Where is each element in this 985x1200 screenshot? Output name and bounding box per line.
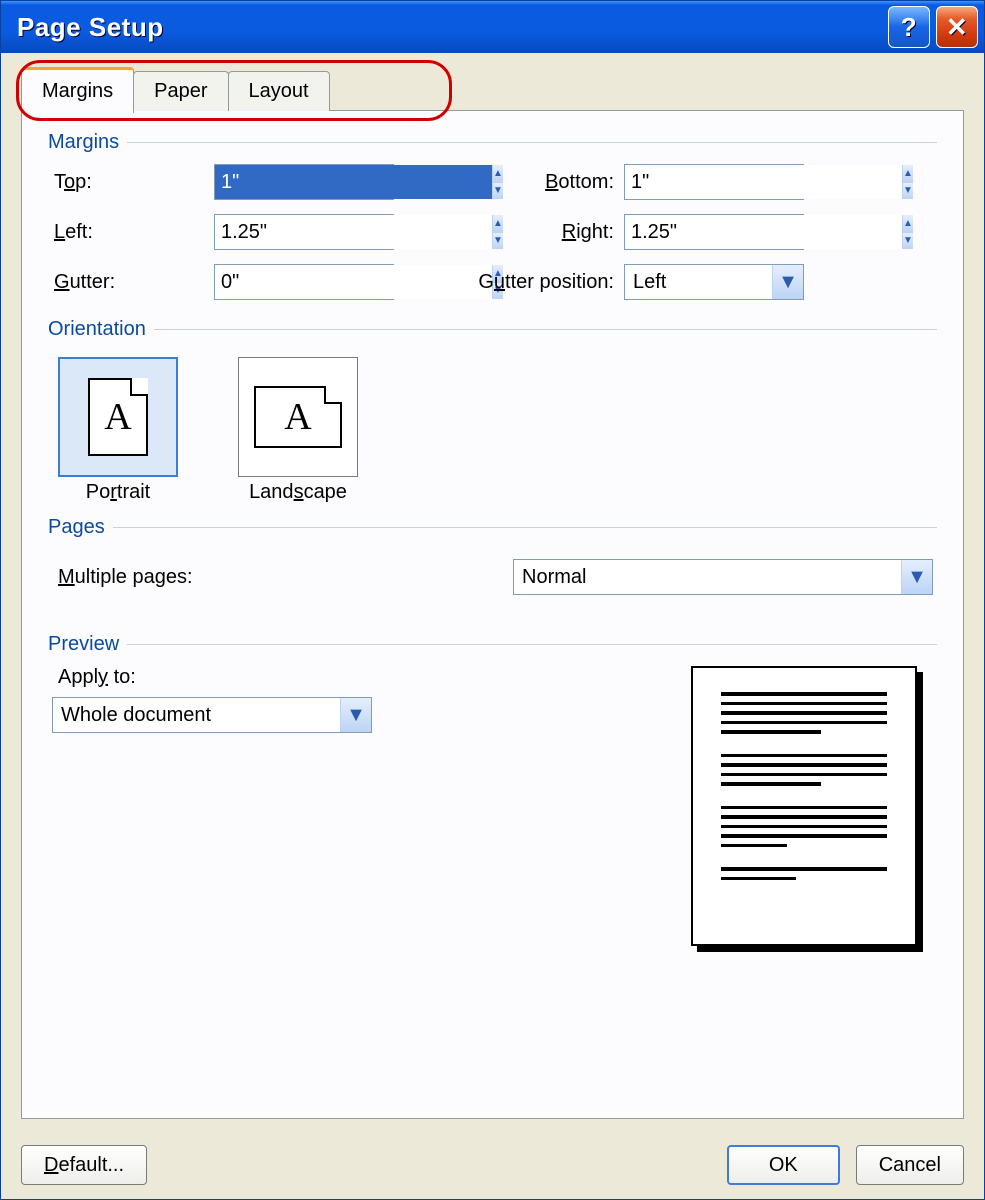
spinner-gutter[interactable]: ▲▼ — [214, 264, 394, 300]
spinner-right[interactable]: ▲▼ — [624, 214, 804, 250]
chevron-down-icon[interactable]: ▼ — [772, 265, 803, 299]
close-icon: ✕ — [946, 12, 968, 43]
combo-apply-to-value: Whole document — [53, 704, 340, 727]
chevron-down-icon[interactable]: ▼ — [340, 698, 371, 732]
label-gutter: Gutter: — [54, 271, 214, 294]
chevron-down-icon[interactable]: ▼ — [901, 560, 932, 594]
label-gutter-position: Gutter position: — [444, 271, 624, 294]
tab-paper[interactable]: Paper — [133, 71, 228, 111]
label-right: Right: — [444, 221, 624, 244]
label-apply-to: Apply to: — [58, 666, 428, 689]
label-portrait: Portrait — [86, 481, 150, 504]
tab-layout[interactable]: Layout — [228, 71, 330, 111]
section-pages: Pages — [48, 516, 937, 539]
default-button[interactable]: Default... — [21, 1145, 147, 1185]
chevron-up-icon[interactable]: ▲ — [903, 215, 913, 233]
label-left: Left: — [54, 221, 214, 244]
preview-page-icon — [691, 666, 917, 946]
section-margins: Margins — [48, 131, 937, 154]
spinner-top[interactable]: ▲▼ — [214, 164, 394, 200]
button-row: Default... OK Cancel — [1, 1133, 984, 1199]
cancel-button[interactable]: Cancel — [856, 1145, 964, 1185]
landscape-icon: A — [238, 357, 358, 477]
section-orientation: Orientation — [48, 318, 937, 341]
orientation-landscape[interactable]: A Landscape — [238, 357, 358, 504]
spinner-left[interactable]: ▲▼ — [214, 214, 394, 250]
combo-gutter-position[interactable]: Left ▼ — [624, 264, 804, 300]
chevron-down-icon[interactable]: ▼ — [903, 233, 913, 250]
page-setup-dialog: Page Setup ? ✕ Margins Paper Layout Marg… — [0, 0, 985, 1200]
close-button[interactable]: ✕ — [936, 6, 978, 48]
section-preview: Preview — [48, 633, 937, 656]
question-icon: ? — [901, 12, 917, 43]
orientation-row: A Portrait A Landscape — [58, 357, 937, 504]
input-right[interactable] — [625, 215, 902, 249]
spinner-bottom[interactable]: ▲▼ — [624, 164, 804, 200]
tab-panel: Margins Top: ▲▼ Bottom: ▲▼ Left: ▲ — [21, 110, 964, 1119]
label-top: Top: — [54, 171, 214, 194]
combo-multiple-pages-value: Normal — [514, 566, 901, 589]
tab-row: Margins Paper Layout — [21, 67, 964, 111]
input-bottom[interactable] — [625, 165, 902, 199]
dialog-body: Margins Paper Layout Margins Top: ▲▼ Bot… — [1, 53, 984, 1133]
ok-button[interactable]: OK — [727, 1145, 840, 1185]
preview-area: Apply to: Whole document ▼ — [48, 666, 937, 946]
combo-apply-to[interactable]: Whole document ▼ — [52, 697, 372, 733]
label-multiple-pages: Multiple pages: — [58, 566, 193, 589]
chevron-down-icon[interactable]: ▼ — [903, 183, 913, 200]
combo-gutter-position-value: Left — [625, 271, 772, 294]
titlebar: Page Setup ? ✕ — [1, 1, 984, 53]
help-button[interactable]: ? — [888, 6, 930, 48]
tab-margins[interactable]: Margins — [21, 67, 134, 113]
chevron-up-icon[interactable]: ▲ — [903, 165, 913, 183]
margins-grid: Top: ▲▼ Bottom: ▲▼ Left: ▲▼ Righ — [54, 164, 937, 300]
label-landscape: Landscape — [249, 481, 347, 504]
window-title: Page Setup — [17, 12, 882, 43]
portrait-icon: A — [58, 357, 178, 477]
label-bottom: Bottom: — [444, 171, 624, 194]
orientation-portrait[interactable]: A Portrait — [58, 357, 178, 504]
combo-multiple-pages[interactable]: Normal ▼ — [513, 559, 933, 595]
pages-row: Multiple pages: Normal ▼ — [58, 559, 937, 595]
